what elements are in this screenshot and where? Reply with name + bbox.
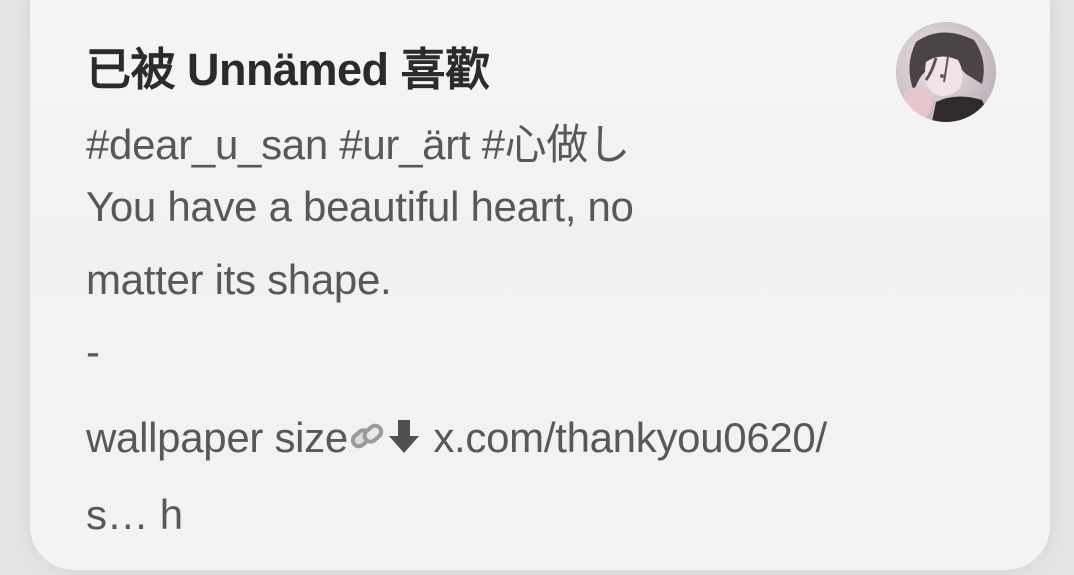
link-url[interactable]: x.com/thankyou0620/ [433,414,827,461]
link-prefix: wallpaper size [86,414,348,461]
link-line: wallpaper size x.com/thankyou0620/ [86,414,827,466]
link-icon [348,416,386,466]
post-text-line-1: You have a beautiful heart, no [86,183,634,230]
post-text-line-2: matter its shape. [86,256,392,303]
user-avatar[interactable] [896,22,996,122]
liked-by-header: 已被 Unnämed 喜歡 [86,44,490,95]
link-continuation[interactable]: s… h [86,491,183,539]
separator-dash: - [86,328,100,375]
hashtags[interactable]: #dear_u_san #ur_ärt #心做し [86,111,630,172]
down-arrow-icon [386,416,422,466]
